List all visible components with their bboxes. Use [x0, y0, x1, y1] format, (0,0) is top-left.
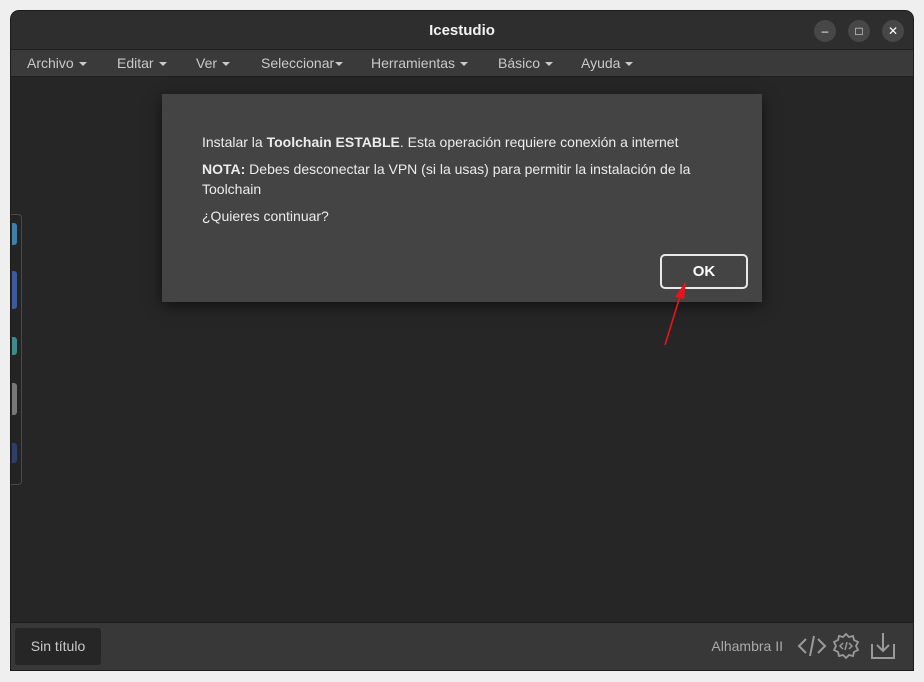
menu-ayuda[interactable]: Ayuda — [581, 50, 634, 76]
side-toolbar[interactable] — [11, 214, 22, 485]
menu-label: Ver — [196, 55, 218, 71]
dialog-line-note: NOTA: Debes desconectar la VPN (si la us… — [202, 159, 702, 199]
menu-basico[interactable]: Básico — [498, 50, 554, 76]
menu-label: Archivo — [27, 55, 74, 71]
chevron-down-icon — [545, 62, 554, 67]
dialog-note-label: NOTA: — [202, 161, 246, 177]
menu-archivo[interactable]: Archivo — [27, 50, 87, 76]
menu-label: Seleccionar — [261, 55, 335, 71]
side-tool-icon[interactable] — [12, 271, 17, 309]
dialog-line-install: Instalar la Toolchain ESTABLE. Esta oper… — [202, 132, 702, 152]
chevron-down-icon — [335, 62, 344, 67]
window-title: Icestudio — [429, 22, 495, 39]
dialog-note-text: Debes desconectar la VPN (si la usas) pa… — [202, 161, 691, 197]
minimize-icon: – — [821, 24, 829, 38]
app-window: Icestudio – □ ✕ Archivo Editar Ver Selec… — [11, 11, 913, 670]
chevron-down-icon — [625, 62, 634, 67]
close-button[interactable]: ✕ — [882, 20, 904, 42]
arrow-shaft — [664, 292, 682, 346]
dialog-text-segment: Instalar la — [202, 134, 267, 150]
title-bar: Icestudio – □ ✕ — [11, 11, 913, 50]
maximize-icon: □ — [855, 24, 863, 38]
dialog-text-bold: Toolchain ESTABLE — [266, 134, 400, 150]
menu-label: Editar — [117, 55, 154, 71]
chevron-down-icon — [222, 62, 231, 67]
dialog-message: Instalar la Toolchain ESTABLE. Esta oper… — [202, 132, 702, 233]
chevron-down-icon — [460, 62, 469, 67]
side-tool-icon[interactable] — [12, 337, 17, 355]
menu-label: Herramientas — [371, 55, 456, 71]
download-icon[interactable] — [868, 631, 898, 661]
confirm-dialog: Instalar la Toolchain ESTABLE. Esta oper… — [162, 94, 762, 302]
minimize-button[interactable]: – — [814, 20, 836, 42]
maximize-button[interactable]: □ — [848, 20, 870, 42]
menu-ver[interactable]: Ver — [196, 50, 231, 76]
chevron-down-icon — [78, 62, 87, 67]
dialog-line-question: ¿Quieres continuar? — [202, 208, 329, 224]
status-bar: Sin título Alhambra II — [11, 622, 913, 670]
red-arrow-annotation — [664, 281, 686, 346]
menu-seleccionar[interactable]: Seleccionar — [261, 50, 344, 76]
board-selector[interactable]: Alhambra II — [711, 623, 783, 670]
arrow-head — [675, 281, 686, 299]
menu-label: Ayuda — [581, 55, 621, 71]
side-tool-icon[interactable] — [12, 223, 17, 245]
dialog-text-segment: . Esta operación requiere conexión a int… — [399, 134, 679, 150]
close-icon: ✕ — [887, 24, 899, 38]
side-tool-icon[interactable] — [12, 443, 17, 463]
side-tool-icon[interactable] — [12, 383, 17, 415]
settings-code-icon[interactable] — [831, 631, 861, 661]
menu-editar[interactable]: Editar — [117, 50, 167, 76]
menu-bar: Archivo Editar Ver Seleccionar Herramien… — [11, 50, 913, 77]
chevron-down-icon — [158, 62, 167, 67]
menu-herramientas[interactable]: Herramientas — [371, 50, 469, 76]
file-tab[interactable]: Sin título — [15, 628, 101, 665]
code-icon[interactable] — [797, 631, 827, 661]
menu-label: Básico — [498, 55, 541, 71]
